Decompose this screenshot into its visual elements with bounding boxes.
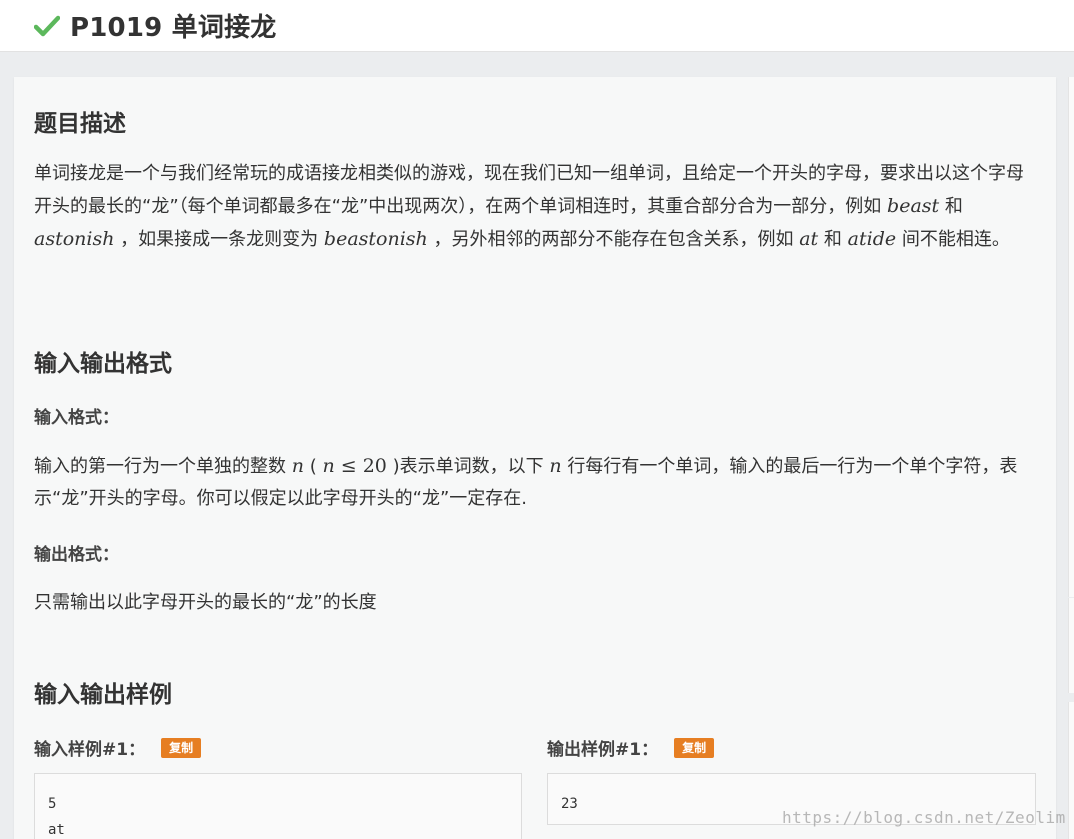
io-format-heading: 输入输出格式 xyxy=(34,351,172,377)
check-icon xyxy=(34,15,60,36)
copy-output-button[interactable]: 复制 xyxy=(674,737,715,758)
word-beast: beast xyxy=(887,195,940,217)
sample-input-box[interactable]: 5 at xyxy=(34,773,522,839)
page-title: P1019 单词接龙 xyxy=(70,13,277,43)
sample-output-header: 输出样例#1： 复制 xyxy=(547,735,715,760)
word-astonish: astonish xyxy=(34,228,115,250)
problem-header: P1019 单词接龙 xyxy=(0,0,1074,52)
sample-input-label: 输入样例#1： xyxy=(34,740,146,760)
side-panel-3 xyxy=(1068,702,1074,839)
output-format-label: 输出格式： xyxy=(34,545,119,565)
copy-input-button[interactable]: 复制 xyxy=(161,737,202,758)
word-beastonish: beastonish xyxy=(323,228,428,250)
side-panel xyxy=(1068,77,1074,597)
side-panel-2 xyxy=(1068,598,1074,693)
input-format-label: 输入格式： xyxy=(34,408,119,428)
input-format-text: 输入的第一行为一个单独的整数 n ( n ≤ 20 )表示单词数，以下 n 行每… xyxy=(34,455,1018,509)
samples-heading: 输入输出样例 xyxy=(34,682,172,708)
watermark: https://blog.csdn.net/Zeolim xyxy=(782,808,1066,827)
sample-output-label: 输出样例#1： xyxy=(547,740,659,760)
sample-input-line: 5 xyxy=(48,796,57,812)
sample-input-header: 输入样例#1： 复制 xyxy=(34,735,202,760)
description-heading: 题目描述 xyxy=(34,111,126,137)
output-format-text: 只需输出以此字母开头的最长的“龙”的长度 xyxy=(34,592,377,613)
word-at: at xyxy=(799,228,819,250)
sample-input-line: at xyxy=(48,822,65,838)
word-atide: atide xyxy=(847,228,897,250)
description-text: 单词接龙是一个与我们经常玩的成语接龙相类似的游戏，现在我们已知一组单词，且给定一… xyxy=(34,163,1024,250)
